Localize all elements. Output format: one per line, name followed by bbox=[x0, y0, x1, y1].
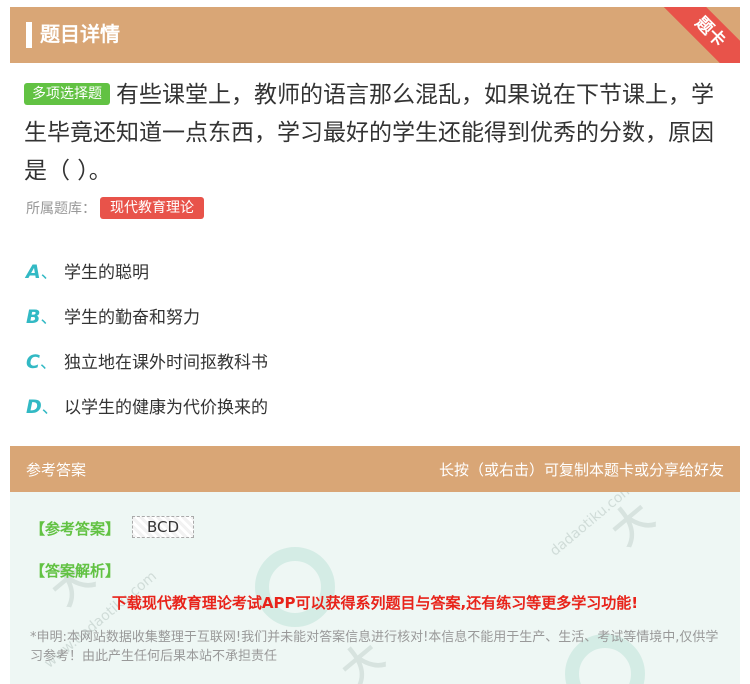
app-download-link[interactable]: 下载现代教育理论考试APP可以获得系列题目与答案,还有练习等更多学习功能! bbox=[10, 592, 740, 613]
reference-answer-label: 【参考答案】 bbox=[30, 520, 121, 538]
disclaimer-text: *申明:本网站数据收集整理于互联网!我们并未能对答案信息进行核对!本信息不能用于… bbox=[30, 630, 719, 664]
option-d[interactable]: D、 以学生的健康为代价换来的 bbox=[26, 383, 726, 428]
question-text: 有些课堂上，教师的语言那么混乱，如果说在下节课上，学生毕竟还知道一点东西，学习最… bbox=[24, 82, 714, 184]
option-letter: D、 bbox=[26, 396, 59, 418]
option-text: 以学生的健康为代价换来的 bbox=[64, 398, 268, 418]
watermark-ring bbox=[255, 547, 335, 627]
question-stem: 多项选择题 有些课堂上，教师的语言那么混乱，如果说在下节课上，学生毕竟还知道一点东… bbox=[24, 76, 726, 190]
share-hint: 长按（或右击）可复制本题卡或分享给好友 bbox=[438, 461, 724, 479]
option-c[interactable]: C、 独立地在课外时间抠教科书 bbox=[26, 338, 726, 383]
option-letter: C、 bbox=[26, 351, 57, 373]
option-b[interactable]: B、 学生的勤奋和努力 bbox=[26, 293, 726, 338]
option-letter: B、 bbox=[26, 306, 58, 328]
bank-label: 所属题库： bbox=[26, 201, 96, 217]
option-text: 学生的勤奋和努力 bbox=[64, 308, 200, 328]
header-accent-bar bbox=[26, 22, 32, 48]
question-type-badge: 多项选择题 bbox=[24, 83, 110, 105]
question-card-ribbon[interactable]: 题卡 bbox=[656, 7, 740, 63]
page-title: 题目详情 bbox=[40, 22, 120, 46]
option-text: 独立地在课外时间抠教科书 bbox=[64, 353, 268, 373]
option-list: A、 学生的聪明 B、 学生的勤奋和努力 C、 独立地在课外时间抠教科书 D、 … bbox=[26, 248, 726, 428]
detail-header: 题目详情 题卡 bbox=[10, 7, 740, 63]
option-a[interactable]: A、 学生的聪明 bbox=[26, 248, 726, 293]
option-letter: A、 bbox=[26, 261, 58, 283]
analysis-label: 【答案解析】 bbox=[30, 562, 121, 580]
answer-section-title: 参考答案 bbox=[26, 461, 87, 479]
answer-body: 大 大 大 www.dadaotiku.com dadaotiku.com 【参… bbox=[10, 492, 740, 684]
reference-answer-value: BCD bbox=[132, 516, 195, 538]
option-text: 学生的聪明 bbox=[64, 263, 149, 283]
answer-header: 参考答案 长按（或右击）可复制本题卡或分享给好友 bbox=[10, 446, 740, 492]
bank-tag[interactable]: 现代教育理论 bbox=[100, 197, 204, 219]
question-bank-row: 所属题库： 现代教育理论 bbox=[26, 196, 204, 220]
